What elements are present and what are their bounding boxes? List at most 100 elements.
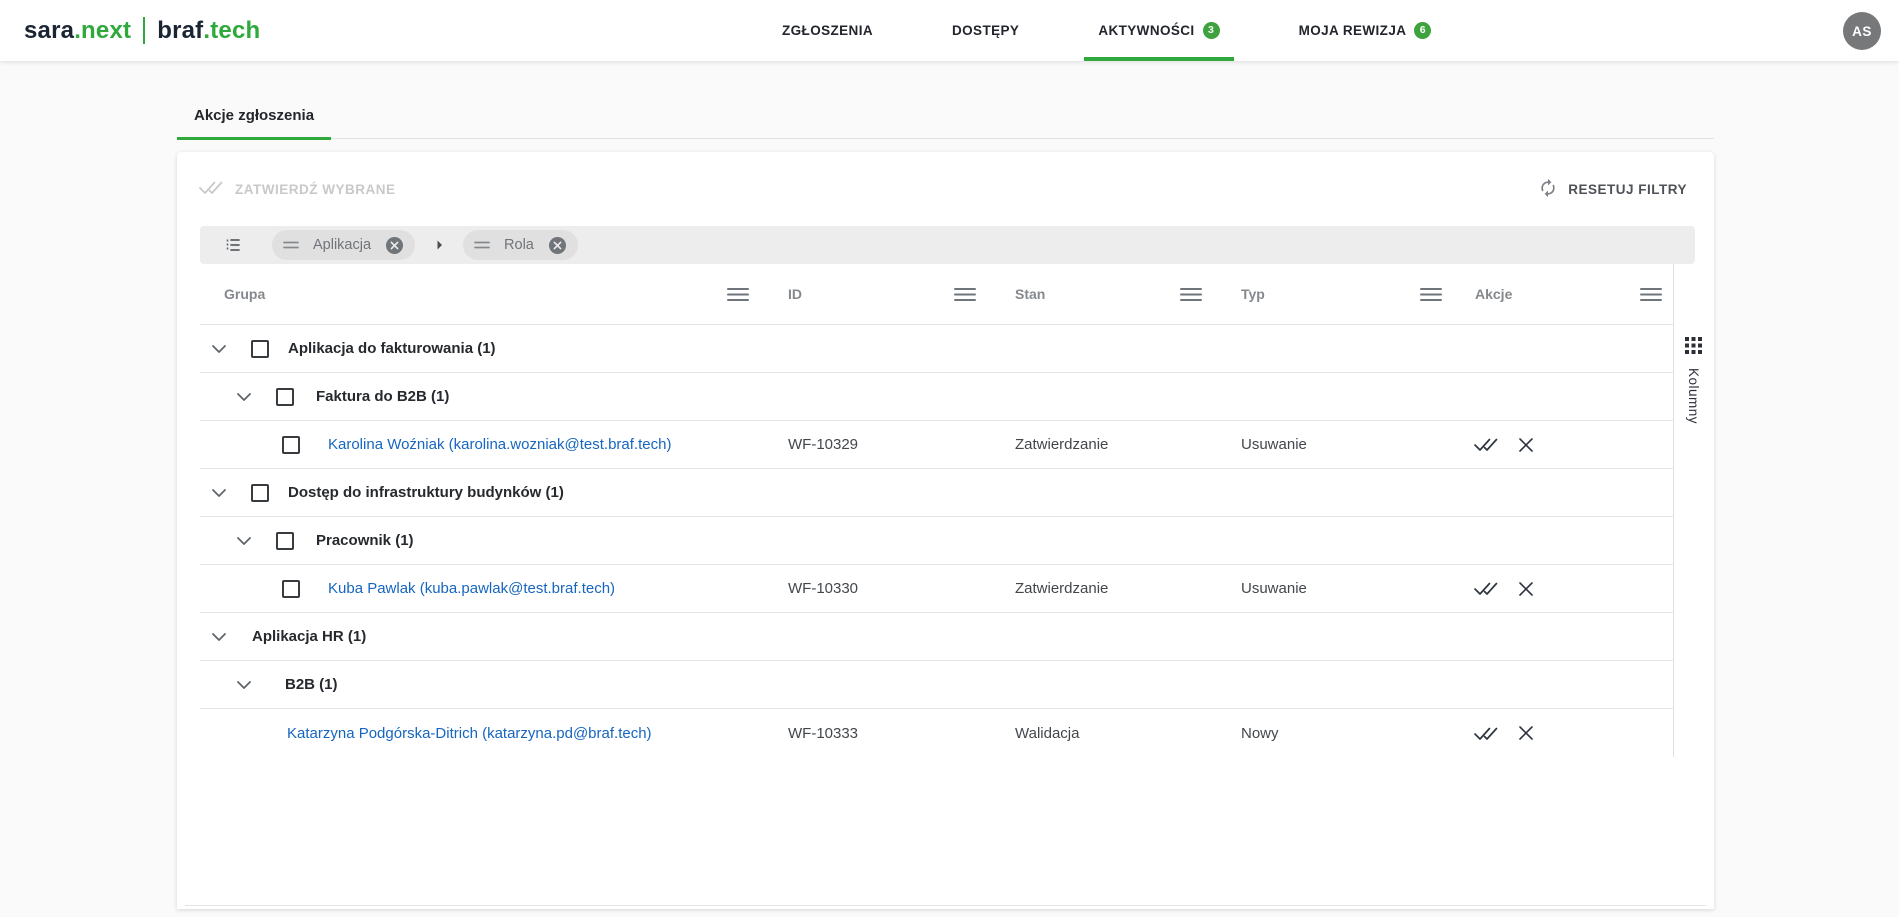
row-checkbox[interactable]	[282, 580, 300, 598]
nav-item-label: ZGŁOSZENIA	[782, 23, 873, 38]
cell-id: WF-10333	[788, 725, 1015, 742]
collapse-toggle[interactable]	[237, 681, 251, 689]
logo-product-name: sara	[24, 17, 74, 45]
collapse-toggle[interactable]	[237, 537, 251, 545]
grouping-bar: Aplikacja Rola	[200, 226, 1695, 264]
paginator-border	[185, 905, 1706, 909]
table-row: Katarzyna Podgórska-Ditrich (katarzyna.p…	[200, 709, 1673, 757]
columns-panel-toggle[interactable]: Kolumny	[1675, 337, 1712, 424]
grid-icon	[1685, 337, 1702, 359]
group-label: Aplikacja do fakturowania (1)	[288, 340, 496, 357]
nav-item-aktywnosci[interactable]: AKTYWNOŚCI 3	[1096, 0, 1221, 61]
table-row: Aplikacja HR (1)	[200, 613, 1673, 661]
row-checkbox[interactable]	[251, 484, 269, 502]
double-check-icon	[1473, 580, 1500, 597]
chip-label: Rola	[504, 237, 534, 253]
group-label: Dostęp do infrastruktury budynków (1)	[288, 484, 564, 501]
filter-chip-aplikacja[interactable]: Aplikacja	[272, 230, 415, 260]
tab-bar: Akcje zgłoszenia	[177, 61, 1714, 139]
count-badge: 3	[1203, 22, 1220, 39]
row-checkbox[interactable]	[276, 388, 294, 406]
group-label: Pracownik (1)	[316, 532, 414, 549]
column-header-typ: Typ	[1241, 286, 1265, 302]
cell-stan: Zatwierdzanie	[1015, 580, 1241, 597]
user-request-link[interactable]: Katarzyna Podgórska-Ditrich (katarzyna.p…	[287, 725, 652, 742]
collapse-toggle[interactable]	[212, 345, 226, 353]
double-check-icon	[1473, 725, 1500, 742]
reset-filters-label: RESETUJ FILTRY	[1568, 182, 1687, 197]
remove-chip-button[interactable]	[385, 236, 404, 255]
avatar[interactable]: AS	[1843, 12, 1881, 50]
cell-typ: Usuwanie	[1241, 580, 1469, 597]
filter-chip-rola[interactable]: Rola	[463, 230, 578, 260]
row-checkbox[interactable]	[251, 340, 269, 358]
tab-akcje-zgloszenia[interactable]: Akcje zgłoszenia	[177, 107, 331, 140]
approve-action-button[interactable]	[1473, 725, 1500, 742]
reset-filters-button[interactable]: RESETUJ FILTRY	[1538, 178, 1687, 201]
cell-typ: Usuwanie	[1241, 436, 1469, 453]
chevron-down-icon	[237, 537, 251, 545]
approve-action-button[interactable]	[1473, 580, 1500, 597]
column-header-grupa: Grupa	[224, 286, 265, 302]
column-menu-icon[interactable]	[1179, 287, 1203, 302]
drag-handle-icon	[474, 236, 490, 254]
column-menu-icon[interactable]	[953, 287, 977, 302]
approve-selected-button[interactable]: ZATWIERDŹ WYBRANE	[198, 179, 395, 199]
top-navbar: sara .next braf .tech ZGŁOSZENIA DOSTĘPY…	[0, 0, 1899, 61]
logo-company-name: braf	[157, 17, 203, 45]
row-checkbox[interactable]	[282, 436, 300, 454]
count-badge: 6	[1414, 22, 1431, 39]
column-menu-icon[interactable]	[1419, 287, 1443, 302]
logo-company-suffix: .tech	[203, 17, 260, 45]
remove-chip-button[interactable]	[548, 236, 567, 255]
close-icon	[1519, 582, 1533, 596]
chevron-down-icon	[237, 681, 251, 689]
page-content: Akcje zgłoszenia ZATWIERDŹ WYBRANE	[0, 61, 1899, 909]
row-checkbox[interactable]	[276, 532, 294, 550]
column-header-stan: Stan	[1015, 286, 1045, 302]
cell-stan: Walidacja	[1015, 725, 1241, 742]
logo-product-suffix: .next	[74, 17, 131, 45]
collapse-toggle[interactable]	[237, 393, 251, 401]
collapse-toggle[interactable]	[212, 633, 226, 641]
main-navigation: ZGŁOSZENIA DOSTĘPY AKTYWNOŚCI 3 MOJA REW…	[780, 0, 1433, 61]
double-check-icon	[1473, 436, 1500, 453]
reject-action-button[interactable]	[1519, 582, 1533, 596]
logo-divider	[143, 17, 145, 44]
group-hierarchy-icon[interactable]	[224, 236, 242, 254]
table-row: Aplikacja do fakturowania (1)	[200, 325, 1673, 373]
activities-table: Grupa ID Stan	[200, 264, 1674, 757]
close-icon	[1519, 438, 1533, 452]
nav-item-label: AKTYWNOŚCI	[1098, 23, 1194, 38]
nav-item-zgloszenia[interactable]: ZGŁOSZENIA	[780, 0, 875, 61]
app-logo: sara .next braf .tech	[24, 17, 260, 45]
reject-action-button[interactable]	[1519, 726, 1533, 740]
column-header-id: ID	[788, 286, 802, 302]
reject-action-button[interactable]	[1519, 438, 1533, 452]
columns-panel-label: Kolumny	[1686, 368, 1701, 424]
column-menu-icon[interactable]	[1639, 287, 1663, 302]
nav-item-dostepy[interactable]: DOSTĘPY	[950, 0, 1021, 61]
approve-action-button[interactable]	[1473, 436, 1500, 453]
column-menu-icon[interactable]	[726, 287, 750, 302]
double-check-icon	[198, 179, 225, 199]
table-row: B2B (1)	[200, 661, 1673, 709]
chevron-down-icon	[212, 345, 226, 353]
toolbar: ZATWIERDŹ WYBRANE RESETUJ FILTRY	[177, 152, 1714, 226]
table-row: Kuba Pawlak (kuba.pawlak@test.braf.tech)…	[200, 565, 1673, 613]
table-row: Faktura do B2B (1)	[200, 373, 1673, 421]
nav-item-moja-rewizja[interactable]: MOJA REWIZJA 6	[1297, 0, 1434, 61]
collapse-toggle[interactable]	[212, 489, 226, 497]
chip-label: Aplikacja	[313, 237, 371, 253]
refresh-icon	[1538, 178, 1558, 201]
user-request-link[interactable]: Karolina Woźniak (karolina.wozniak@test.…	[328, 436, 671, 453]
chevron-right-icon	[437, 240, 443, 250]
drag-handle-icon	[283, 236, 299, 254]
chevron-down-icon	[212, 633, 226, 641]
user-request-link[interactable]: Kuba Pawlak (kuba.pawlak@test.braf.tech)	[328, 580, 615, 597]
table-row: Karolina Woźniak (karolina.wozniak@test.…	[200, 421, 1673, 469]
chevron-down-icon	[237, 393, 251, 401]
table-row: Pracownik (1)	[200, 517, 1673, 565]
close-icon	[1519, 726, 1533, 740]
approve-selected-label: ZATWIERDŹ WYBRANE	[235, 182, 395, 197]
